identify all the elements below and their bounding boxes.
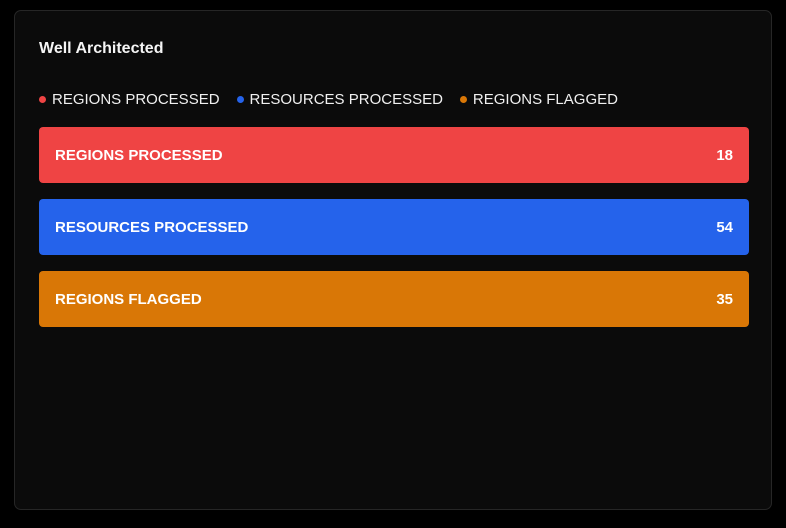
metric-label: REGIONS PROCESSED [55, 146, 223, 164]
metric-bar-regions-flagged[interactable]: REGIONS FLAGGED 35 [39, 271, 749, 327]
metric-label: RESOURCES PROCESSED [55, 218, 249, 236]
metric-label: REGIONS FLAGGED [55, 290, 202, 308]
metric-value: 18 [716, 146, 733, 164]
metric-value: 54 [716, 218, 733, 236]
card-title: Well Architected [39, 40, 164, 57]
legend-label: RESOURCES PROCESSED [249, 91, 443, 108]
legend-item-regions-processed[interactable]: REGIONS PROCESSED [39, 91, 220, 108]
legend: REGIONS PROCESSED RESOURCES PROCESSED RE… [39, 91, 635, 108]
metric-bars: REGIONS PROCESSED 18 RESOURCES PROCESSED… [39, 127, 749, 343]
metric-value: 35 [716, 290, 733, 308]
legend-dot-icon [236, 96, 244, 103]
legend-item-regions-flagged[interactable]: REGIONS FLAGGED [459, 91, 618, 108]
legend-label: REGIONS FLAGGED [472, 91, 618, 108]
well-architected-card: Well Architected REGIONS PROCESSED RESOU… [14, 10, 772, 510]
legend-dot-icon [459, 96, 467, 103]
legend-item-resources-processed[interactable]: RESOURCES PROCESSED [236, 91, 443, 108]
legend-label: REGIONS PROCESSED [52, 91, 220, 108]
metric-bar-regions-processed[interactable]: REGIONS PROCESSED 18 [39, 127, 749, 183]
legend-dot-icon [39, 96, 46, 103]
metric-bar-resources-processed[interactable]: RESOURCES PROCESSED 54 [39, 199, 749, 255]
